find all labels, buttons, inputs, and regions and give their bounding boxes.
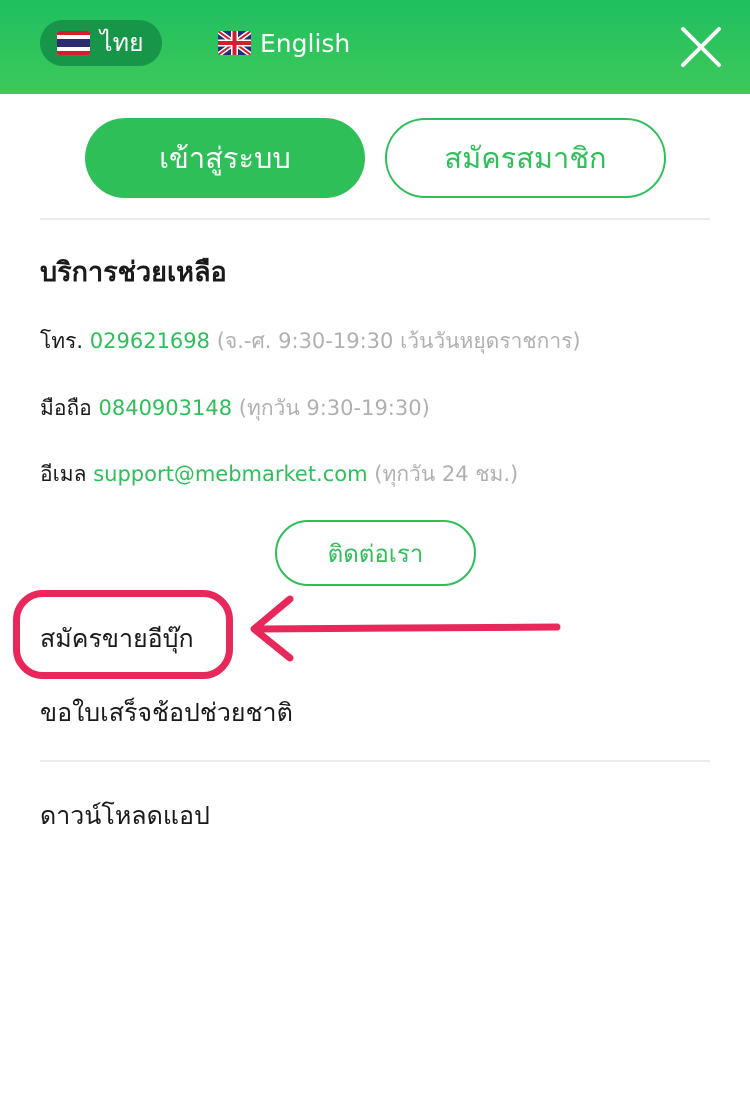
top-bar: ไทย English bbox=[0, 0, 750, 94]
language-english-button[interactable]: English bbox=[218, 20, 350, 66]
phone-row: โทร. 029621698 (จ.-ศ. 9:30-19:30 เว้นวัน… bbox=[40, 325, 581, 358]
phone-number-link[interactable]: 029621698 bbox=[90, 329, 210, 353]
divider bbox=[40, 218, 710, 220]
login-button[interactable]: เข้าสู่ระบบ bbox=[85, 118, 365, 198]
pointer-arrow-annotation bbox=[250, 595, 561, 662]
email-row: อีเมล support@mebmarket.com (ทุกวัน 24 ช… bbox=[40, 458, 518, 491]
mobile-row: มือถือ 0840903148 (ทุกวัน 9:30-19:30) bbox=[40, 392, 430, 425]
email-link[interactable]: support@mebmarket.com bbox=[93, 462, 367, 486]
phone-hours-note: (จ.-ศ. 9:30-19:30 เว้นวันหยุดราชการ) bbox=[216, 329, 581, 353]
divider bbox=[40, 760, 710, 762]
menu-link-sell-ebook[interactable]: สมัครขายอีบุ๊ก bbox=[40, 619, 194, 659]
close-icon bbox=[681, 27, 721, 67]
help-section-title: บริการช่วยเหลือ bbox=[40, 257, 227, 288]
mobile-number-link[interactable]: 0840903148 bbox=[98, 396, 232, 420]
language-thai-button[interactable]: ไทย bbox=[40, 20, 162, 66]
email-label: อีเมล bbox=[40, 462, 87, 486]
mobile-hours-note: (ทุกวัน 9:30-19:30) bbox=[238, 396, 430, 420]
close-button[interactable] bbox=[676, 22, 726, 72]
mobile-label: มือถือ bbox=[40, 396, 92, 420]
contact-us-button[interactable]: ติดต่อเรา bbox=[275, 520, 476, 586]
language-thai-label: ไทย bbox=[100, 28, 144, 57]
phone-label: โทร. bbox=[40, 329, 84, 353]
language-english-label: English bbox=[260, 28, 351, 58]
uk-flag-icon bbox=[218, 31, 251, 55]
menu-link-tax-receipt[interactable]: ขอใบเสร็จช้อปช่วยชาติ bbox=[40, 693, 293, 733]
thai-flag-icon bbox=[57, 31, 90, 55]
email-hours-note: (ทุกวัน 24 ชม.) bbox=[374, 462, 519, 486]
register-button[interactable]: สมัครสมาชิก bbox=[385, 118, 666, 198]
menu-link-download-app[interactable]: ดาวน์โหลดแอป bbox=[40, 796, 210, 836]
